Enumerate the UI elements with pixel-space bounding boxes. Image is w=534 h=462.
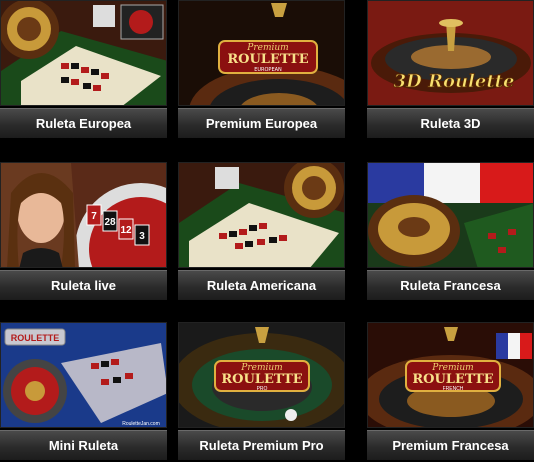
game-tile-ruleta-live[interactable]: 7 28 12 3 Ruleta live — [0, 162, 167, 300]
game-title[interactable]: Premium Francesa — [367, 430, 534, 460]
wheel-number: 28 — [104, 217, 116, 228]
game-tile-ruleta-americana[interactable]: Ruleta Americana — [178, 162, 345, 300]
game-thumbnail[interactable] — [367, 162, 534, 268]
wheel-number: 12 — [120, 225, 132, 236]
game-title[interactable]: Ruleta Francesa — [367, 270, 534, 300]
game-title[interactable]: Ruleta Europea — [0, 108, 167, 138]
game-thumbnail[interactable]: Premium ROULETTE EUROPEAN — [178, 0, 345, 106]
wheel-number: 3 — [139, 231, 145, 242]
game-tile-ruleta-francesa[interactable]: Ruleta Francesa — [367, 162, 534, 300]
game-thumbnail[interactable]: Premium ROULETTE FRENCH — [367, 322, 534, 428]
logo-roulette-text: ROULETTE — [412, 372, 493, 387]
logo-sub-text: EUROPEAN — [254, 67, 282, 73]
game-title[interactable]: Premium Europea — [178, 108, 345, 138]
logo-roulette-text: ROULETTE — [227, 52, 308, 67]
game-thumbnail[interactable]: 7 28 12 3 — [0, 162, 167, 268]
game-title[interactable]: Mini Ruleta — [0, 430, 167, 460]
logo-sub-text: FRENCH — [443, 386, 464, 392]
game-title[interactable]: Ruleta 3D — [367, 108, 534, 138]
logo-roulette-text: ROULETTE — [221, 372, 302, 387]
game-thumbnail[interactable]: ROULETTE RouletteJan.com — [0, 322, 167, 428]
wheel-number: 7 — [91, 211, 97, 222]
logo-roulette-text: ROULETTE — [11, 333, 60, 343]
site-footer-text: RouletteJan.com — [122, 421, 160, 427]
game-thumbnail[interactable]: 3D Roulette — [367, 0, 534, 106]
logo-sub-text: PRO — [257, 386, 268, 392]
game-tile-premium-francesa[interactable]: Premium ROULETTE FRENCH Premium Francesa — [367, 322, 534, 460]
game-thumbnail[interactable] — [0, 0, 167, 106]
game-tile-mini-ruleta[interactable]: ROULETTE RouletteJan.com Mini Ruleta — [0, 322, 167, 460]
game-tile-premium-europea[interactable]: Premium ROULETTE EUROPEAN Premium Europe… — [178, 0, 345, 138]
game-tile-ruleta-europea[interactable]: Ruleta Europea — [0, 0, 167, 138]
game-tile-ruleta-3d[interactable]: 3D Roulette Ruleta 3D — [367, 0, 534, 138]
logo-3d-roulette-text: 3D Roulette — [394, 71, 515, 92]
game-tile-ruleta-premium-pro[interactable]: Premium ROULETTE PRO Ruleta Premium Pro — [178, 322, 345, 460]
game-thumbnail[interactable] — [178, 162, 345, 268]
game-title[interactable]: Ruleta Premium Pro — [178, 430, 345, 460]
game-title[interactable]: Ruleta Americana — [178, 270, 345, 300]
game-title[interactable]: Ruleta live — [0, 270, 167, 300]
game-thumbnail[interactable]: Premium ROULETTE PRO — [178, 322, 345, 428]
